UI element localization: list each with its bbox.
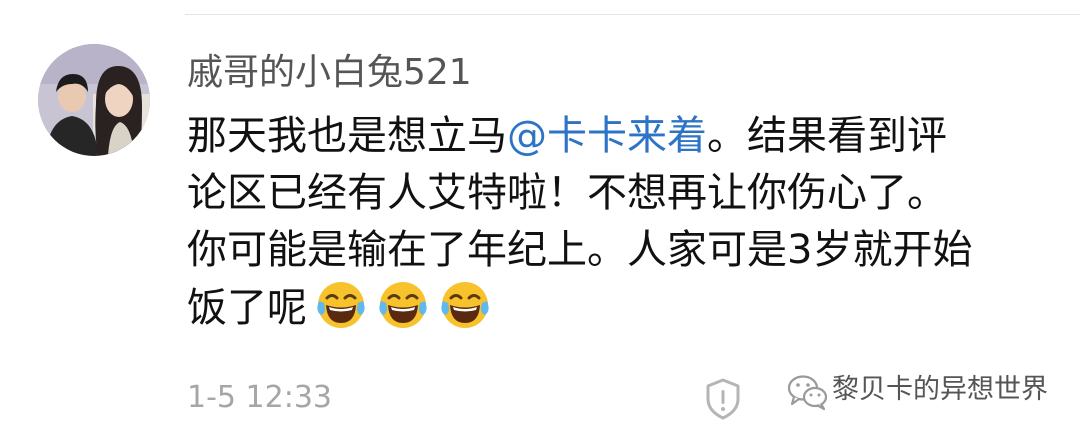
comment-line-2: 论区已经有人艾特啦！不想再让你伤心了。 — [187, 170, 947, 216]
watermark-text: 黎贝卡的异想世界 — [832, 374, 1048, 405]
laughing-tears-emoji — [441, 282, 489, 328]
comment-body: 那天我也是想立马@卡卡来着。结果看到评 论区已经有人艾特啦！不想再让你伤心了。 … — [187, 108, 1047, 336]
laughing-tears-emoji — [317, 282, 365, 328]
laughing-tears-emoji — [379, 282, 427, 328]
mention-link[interactable]: @卡卡来着 — [507, 113, 707, 159]
comment-text: 。结果看到评 — [707, 113, 947, 159]
emoji-group — [315, 279, 501, 331]
comment-line-1: 那天我也是想立马@卡卡来着。结果看到评 — [187, 108, 1047, 165]
comment-username[interactable]: 戚哥的小白兔521 — [187, 50, 472, 96]
comment-timestamp: 1-5 12:33 — [187, 380, 332, 415]
comment-text: 那天我也是想立马 — [187, 113, 507, 159]
shield-exclamation-icon[interactable] — [703, 377, 743, 421]
comment-line-4: 饭了呢 — [187, 279, 1047, 336]
comment-line-3: 你可能是输在了年纪上。人家可是3岁就开始 — [187, 227, 973, 273]
avatar[interactable] — [38, 44, 150, 156]
top-divider — [185, 14, 1080, 15]
comment-text: 饭了呢 — [187, 285, 307, 331]
wechat-icon — [787, 375, 828, 411]
